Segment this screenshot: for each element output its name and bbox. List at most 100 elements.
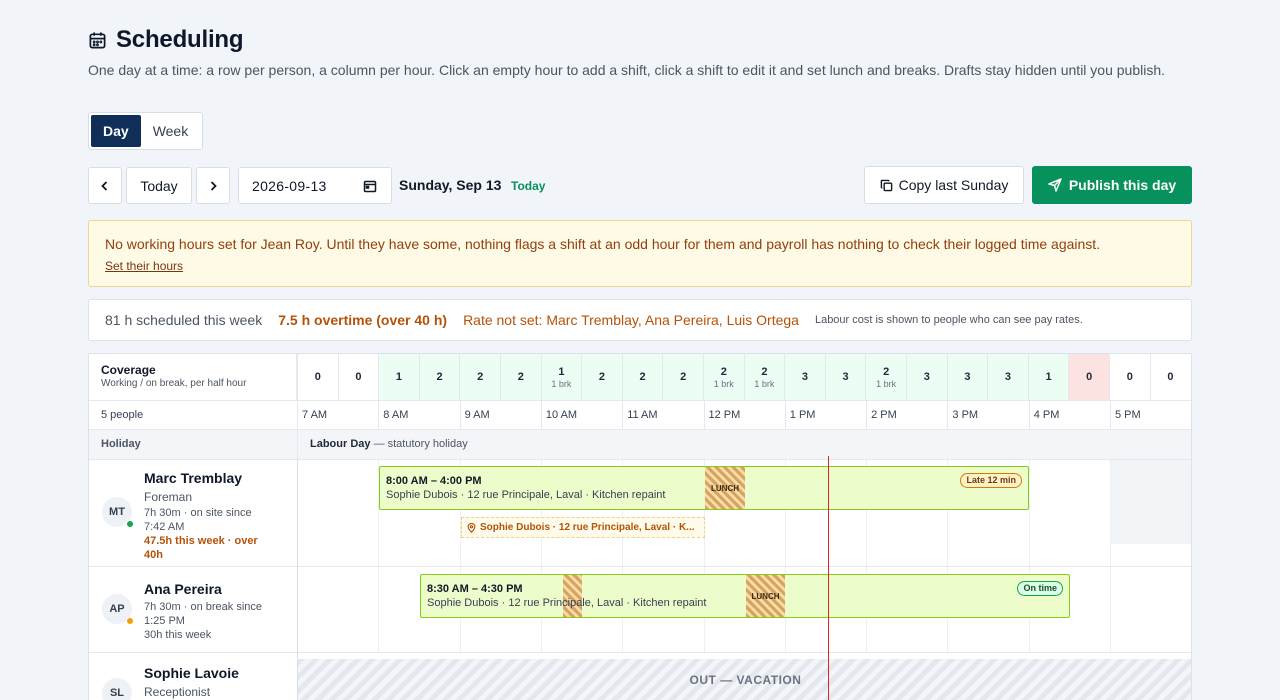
avatar-initials: MT xyxy=(109,506,125,518)
coverage-cell: 0 xyxy=(1149,354,1191,400)
labour-cost-note: Labour cost is shown to people who can s… xyxy=(814,314,1083,326)
alert-message: No working hours set for Jean Roy. Until… xyxy=(105,236,1101,252)
coverage-cell: 2 xyxy=(621,354,663,400)
calendar-picker-icon[interactable] xyxy=(363,179,377,193)
coverage-value: 3 xyxy=(842,371,849,383)
hour-label: 10 AM xyxy=(540,400,622,429)
draft-shift-ghost[interactable]: Sophie Dubois · 12 rue Principale, Laval… xyxy=(461,517,705,538)
coverage-subtitle: Working / on break, per half hour xyxy=(101,378,247,389)
avatar: MT xyxy=(102,497,134,528)
coverage-cell: 3 xyxy=(987,354,1028,400)
hour-label: 3 PM xyxy=(947,400,1028,429)
coverage-value: 2 xyxy=(639,371,646,383)
chevron-right-icon xyxy=(210,180,217,191)
shift-block[interactable]: LUNCH 8:30 AM – 4:30 PM Sophie Dubois · … xyxy=(420,574,1070,618)
person-name[interactable]: Sophie Lavoie xyxy=(144,665,294,681)
today-button[interactable]: Today xyxy=(126,167,192,204)
person-name[interactable]: Ana Pereira xyxy=(144,581,294,597)
shift-detail: Sophie Dubois · 12 rue Principale, Laval… xyxy=(386,489,666,501)
holiday-text: Labour Day — statutory holiday xyxy=(310,438,468,450)
hour-gridline xyxy=(1110,460,1111,652)
coverage-value: 3 xyxy=(801,371,809,383)
coverage-value: 3 xyxy=(1004,371,1012,383)
view-toggle: Day Week xyxy=(88,112,204,150)
shift-block[interactable]: LUNCH 8:00 AM – 4:00 PM Sophie Dubois · … xyxy=(379,466,1029,510)
person-name[interactable]: Marc Tremblay xyxy=(144,470,294,486)
publish-label: Publish this day xyxy=(1068,177,1177,193)
people-count: 5 people xyxy=(101,409,144,421)
holiday-detail: — statutory holiday xyxy=(370,438,468,450)
hour-label: 11 AM xyxy=(622,400,703,429)
coverage-break-count: 1 brk xyxy=(876,378,897,389)
person-status-time: 7:42 AM xyxy=(144,521,185,533)
avatar: SL xyxy=(102,678,132,700)
person-status: 7h 30m · on break since xyxy=(144,601,263,613)
lunch-break[interactable]: LUNCH xyxy=(705,467,745,509)
send-icon xyxy=(1048,178,1062,192)
missing-hours-alert: No working hours set for Jean Roy. Until… xyxy=(88,220,1192,287)
coverage-value: 0 xyxy=(355,371,362,383)
view-day-tab[interactable]: Day xyxy=(91,115,141,147)
on-time-badge: On time xyxy=(1017,581,1063,596)
vacation-block[interactable]: OUT — VACATION xyxy=(298,659,1191,700)
avatar-initials: SL xyxy=(109,687,125,699)
location-pin-icon xyxy=(467,522,476,533)
date-input[interactable]: 2026-09-13 xyxy=(238,167,392,204)
hour-label: 4 PM xyxy=(1028,400,1110,429)
lunch-break[interactable]: LUNCH xyxy=(746,575,785,617)
view-week-tab[interactable]: Week xyxy=(141,115,201,147)
coverage-value: 1 xyxy=(1045,371,1052,383)
hour-label: 1 PM xyxy=(784,400,866,429)
person-status: 7h 30m · on site since xyxy=(144,507,252,519)
person-role: Foreman xyxy=(144,490,193,504)
coverage-value: 0 xyxy=(1126,371,1133,383)
coverage-cell: 2 xyxy=(662,354,703,400)
week-summary: 81 h scheduled this week 7.5 h overtime … xyxy=(88,299,1192,341)
scheduled-hours: 81 h scheduled this week xyxy=(105,312,263,328)
coverage-cell: 2 xyxy=(418,354,460,400)
coverage-value: 2 xyxy=(883,365,890,378)
person-info: Marc Tremblay Foreman 7h 30m · on site s… xyxy=(144,470,294,562)
person-info: Sophie Lavoie Receptionist xyxy=(144,665,294,699)
coverage-cell: 21 brk xyxy=(743,354,785,400)
coverage-value: 3 xyxy=(923,371,930,383)
vacation-label: OUT — VACATION xyxy=(689,673,802,687)
coverage-cell: 3 xyxy=(784,354,825,400)
current-time-line xyxy=(828,456,829,700)
schedule-grid: Coverage Working / on break, per half ho… xyxy=(88,353,1192,700)
person-week-hours: 30h this week xyxy=(144,629,212,641)
coverage-value: 2 xyxy=(598,371,606,383)
coverage-value: 1 xyxy=(395,371,403,383)
person-status-time: 1:25 PM xyxy=(144,615,185,627)
avatar-initials: AP xyxy=(109,603,125,615)
coverage-value: 3 xyxy=(964,371,971,383)
coverage-value: 2 xyxy=(436,371,443,383)
holiday-row: Holiday Labour Day — statutory holiday xyxy=(89,430,1191,459)
shift-detail: Sophie Dubois · 12 rue Principale, Laval… xyxy=(427,597,707,609)
hour-label: 5 PM xyxy=(1110,400,1191,429)
on-break-status-dot xyxy=(126,617,134,625)
person-role: Receptionist xyxy=(144,685,211,699)
on-site-status-dot xyxy=(126,520,134,528)
coverage-value: 2 xyxy=(517,371,524,383)
publish-button[interactable]: Publish this day xyxy=(1032,166,1192,204)
coverage-cell: 0 xyxy=(1068,354,1109,400)
coverage-cell: 3 xyxy=(824,354,866,400)
coverage-cell: 1 xyxy=(1027,354,1069,400)
overtime-hours: 7.5 h overtime (over 40 h) xyxy=(278,312,448,328)
late-badge: Late 12 min xyxy=(960,473,1022,488)
copy-last-week-button[interactable]: Copy last Sunday xyxy=(864,166,1024,204)
coverage-header: Coverage Working / on break, per half ho… xyxy=(89,354,297,400)
draft-shift-text: Sophie Dubois · 12 rue Principale, Laval… xyxy=(480,522,695,533)
copy-label: Copy last Sunday xyxy=(898,177,1009,193)
shift-time: 8:30 AM – 4:30 PM xyxy=(427,583,523,595)
person-info: Ana Pereira 7h 30m · on break since 1:25… xyxy=(144,581,294,642)
set-hours-link[interactable]: Set their hours xyxy=(105,259,183,273)
short-break[interactable] xyxy=(563,575,582,617)
prev-day-button[interactable] xyxy=(88,167,122,204)
shift-time: 8:00 AM – 4:00 PM xyxy=(386,475,482,487)
next-day-button[interactable] xyxy=(196,167,230,204)
coverage-cell: 21 brk xyxy=(865,354,906,400)
person-week-hours: 47.5h this week · over xyxy=(144,535,258,547)
hour-label: 2 PM xyxy=(866,400,947,429)
